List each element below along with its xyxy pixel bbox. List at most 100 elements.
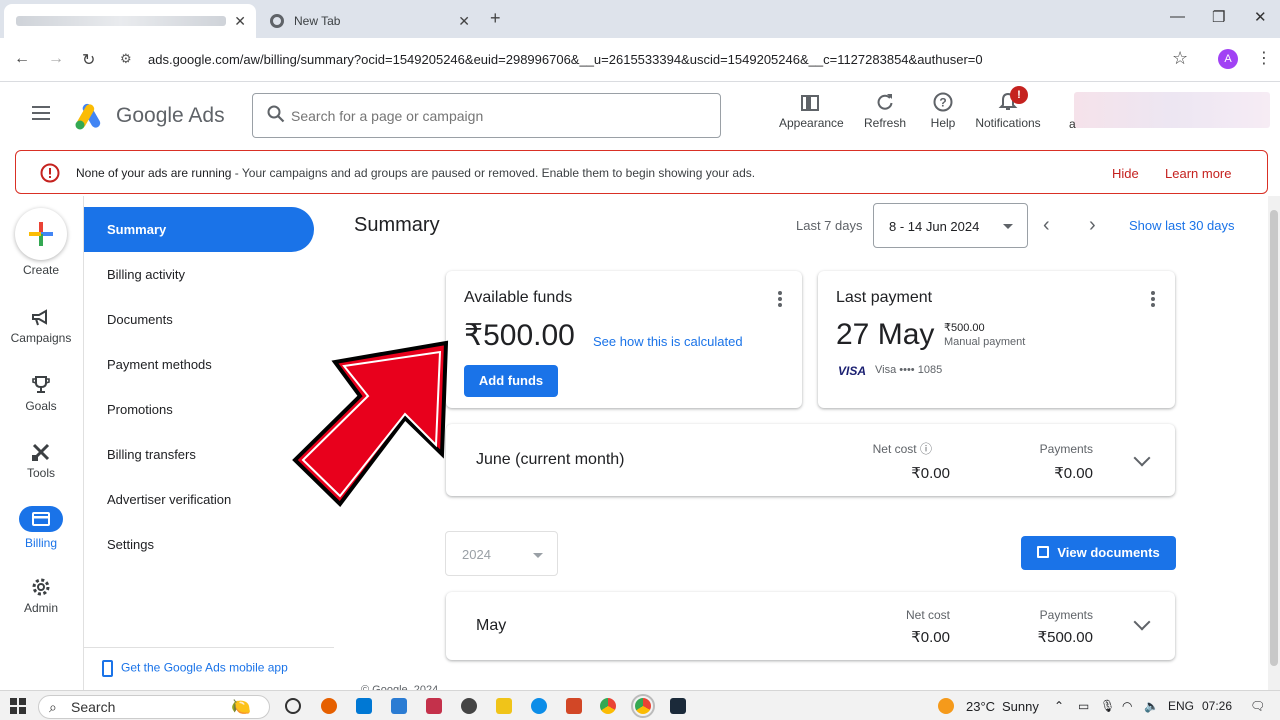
rail-goals[interactable]: Goals — [0, 374, 82, 413]
account-info-blurred[interactable] — [1074, 92, 1270, 128]
profile-avatar[interactable]: A — [1218, 49, 1238, 69]
subnav-billing-transfers[interactable]: Billing transfers — [84, 432, 314, 477]
view-documents-button[interactable]: View documents — [1021, 536, 1176, 570]
search-input[interactable] — [291, 102, 711, 130]
clock-time[interactable]: 07:26 — [1202, 699, 1232, 713]
date-range-select[interactable]: 8 - 14 Jun 2024 — [873, 203, 1028, 248]
volume-icon[interactable]: 🔈 — [1144, 699, 1159, 713]
subnav-payment-methods[interactable]: Payment methods — [84, 342, 314, 387]
month-label: May — [476, 617, 507, 634]
close-tab-icon[interactable]: ✕ — [458, 13, 470, 30]
expand-chevron-icon[interactable] — [1133, 613, 1151, 631]
add-funds-button[interactable]: Add funds — [464, 365, 558, 397]
account-letter: a — [1069, 117, 1076, 131]
bookmark-star-icon[interactable]: ☆ — [1172, 48, 1188, 69]
close-window-icon[interactable]: ✕ — [1254, 8, 1267, 26]
close-tab-icon[interactable]: ✕ — [234, 13, 246, 30]
rail-billing[interactable]: Billing — [0, 506, 82, 550]
previous-range-icon[interactable]: ‹ — [1043, 214, 1050, 237]
date-range-value: 8 - 14 Jun 2024 — [889, 219, 980, 234]
language-indicator[interactable]: ENG — [1168, 699, 1194, 713]
notifications-button[interactable]: Notifications — [972, 92, 1044, 130]
admin-label: Admin — [23, 601, 58, 615]
meet-icon[interactable]: ▭ — [1078, 699, 1089, 713]
weather-icon[interactable] — [938, 698, 954, 714]
view-documents-label: View documents — [1057, 545, 1160, 560]
maximize-icon[interactable]: ❐ — [1212, 8, 1225, 26]
chevron-up-icon[interactable]: ⌃ — [1054, 699, 1064, 713]
scrollbar-thumb[interactable] — [1270, 210, 1278, 666]
network-icon[interactable]: ◠ — [1122, 699, 1132, 713]
may-billing-row[interactable]: May Net cost ₹0.00 Payments ₹500.00 — [446, 592, 1175, 660]
task-view-icon[interactable] — [285, 698, 301, 714]
hide-alert-link[interactable]: Hide — [1112, 166, 1139, 181]
address-input[interactable]: ads.google.com/aw/billing/summary?ocid=1… — [148, 52, 983, 67]
chrome-active-icon[interactable] — [631, 694, 655, 718]
chrome-taskbar-icon[interactable] — [600, 698, 616, 714]
show-last-30-days-link[interactable]: Show last 30 days — [1129, 218, 1235, 233]
new-tab-icon[interactable]: + — [490, 8, 501, 29]
terminal-icon[interactable] — [670, 698, 686, 714]
learn-more-link[interactable]: Learn more — [1165, 166, 1231, 181]
visa-logo-icon: VISA — [838, 364, 867, 378]
refresh-button[interactable]: Refresh — [862, 92, 908, 130]
mic-icon[interactable]: 🎙 — [1100, 699, 1115, 713]
expand-chevron-icon[interactable] — [1133, 449, 1151, 467]
search-box[interactable] — [252, 93, 721, 138]
settings-app-icon[interactable] — [461, 698, 477, 714]
info-icon[interactable]: ⓘ — [920, 442, 932, 456]
more-options-icon[interactable] — [1151, 291, 1155, 307]
help-button[interactable]: ? Help — [928, 92, 958, 130]
appearance-button[interactable]: Appearance — [779, 92, 844, 130]
forward-icon[interactable]: → — [48, 50, 64, 68]
help-icon: ? — [933, 92, 953, 112]
subnav-settings[interactable]: Settings — [84, 522, 314, 567]
mail-icon[interactable] — [391, 698, 407, 714]
subnav-advertiser-verification[interactable]: Advertiser verification — [84, 477, 314, 522]
june-billing-row[interactable]: June (current month) Net cost ⓘ ₹0.00 Pa… — [446, 424, 1175, 496]
firefox-icon[interactable] — [321, 698, 337, 714]
page-scrollbar[interactable] — [1268, 196, 1280, 690]
camera-icon[interactable] — [426, 698, 442, 714]
browser-menu-icon[interactable]: ⋮ — [1256, 48, 1272, 68]
back-icon[interactable]: ← — [14, 50, 30, 68]
create-button[interactable] — [15, 208, 67, 260]
create-label: Create — [22, 263, 60, 277]
mobile-app-link[interactable]: Get the Google Ads mobile app — [102, 660, 288, 677]
billing-icon — [19, 506, 63, 532]
goals-label: Goals — [25, 399, 57, 413]
tab-active[interactable]: ✕ — [4, 4, 256, 38]
rail-admin[interactable]: Admin — [0, 576, 82, 615]
taskbar-search[interactable]: ⌕ Search 🍋 — [38, 695, 270, 719]
subnav-summary[interactable]: Summary — [84, 207, 314, 252]
subnav-promotions[interactable]: Promotions — [84, 387, 314, 432]
notification-center-icon[interactable]: 🗨 — [1250, 699, 1265, 713]
last-payment-card: Last payment 27 May ₹500.00 Manual payme… — [818, 271, 1175, 408]
tab-new-tab[interactable]: New Tab ✕ — [260, 4, 480, 38]
year-select[interactable]: 2024 — [445, 531, 558, 576]
edge-icon[interactable] — [531, 698, 547, 714]
subnav-documents[interactable]: Documents — [84, 297, 314, 342]
available-funds-card: Available funds ₹500.00 See how this is … — [446, 271, 802, 408]
trophy-icon — [32, 376, 50, 393]
powerpoint-icon[interactable] — [566, 698, 582, 714]
file-explorer-icon[interactable] — [496, 698, 512, 714]
how-calculated-link[interactable]: See how this is calculated — [593, 334, 743, 349]
menu-icon[interactable] — [32, 106, 50, 120]
minimize-icon[interactable]: — — [1170, 8, 1185, 25]
rail-campaigns[interactable]: Campaigns — [0, 308, 82, 345]
taskbar-search-label: Search — [71, 699, 116, 715]
reload-icon[interactable]: ↻ — [82, 50, 95, 70]
windows-start-icon[interactable] — [10, 698, 26, 714]
notification-badge: ! — [1010, 86, 1028, 104]
next-range-icon[interactable]: › — [1089, 214, 1096, 237]
left-rail: Create Campaigns Goals Tools Billing Adm… — [0, 196, 82, 690]
more-options-icon[interactable] — [778, 291, 782, 307]
store-icon[interactable] — [356, 698, 372, 714]
site-info-icon[interactable]: ⚙ — [120, 51, 132, 67]
subnav-billing-activity[interactable]: Billing activity — [84, 252, 314, 297]
month-label: June (current month) — [476, 451, 625, 468]
payments-value: ₹0.00 — [1054, 465, 1093, 482]
rail-tools[interactable]: Tools — [0, 441, 82, 480]
last-payment-amount: ₹500.00 — [944, 322, 985, 334]
